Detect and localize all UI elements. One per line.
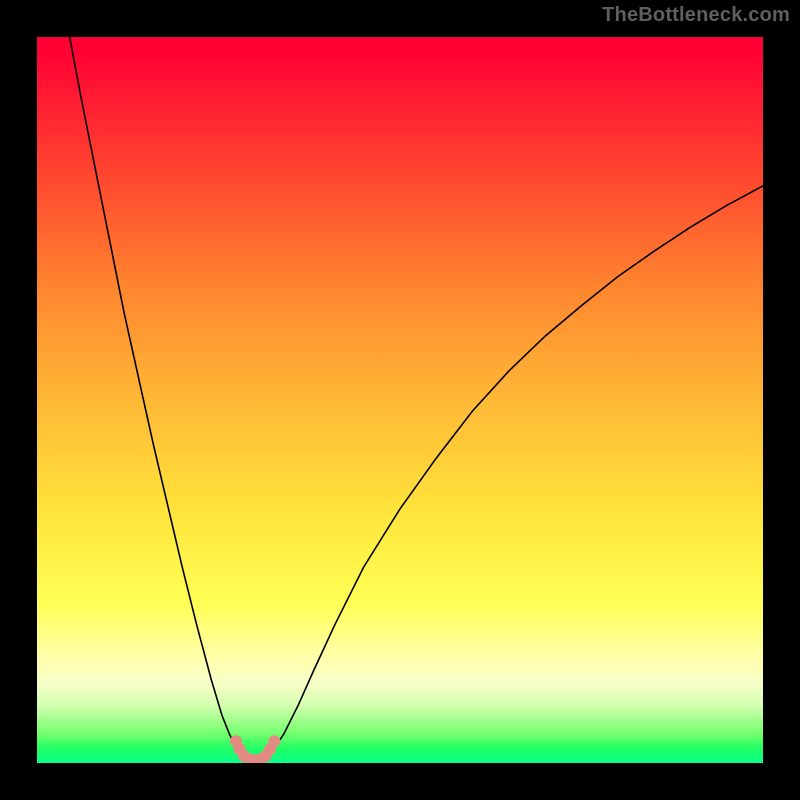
chart-frame: TheBottleneck.com (0, 0, 800, 800)
bottom-arc-markers (230, 735, 280, 763)
chart-svg (37, 37, 763, 763)
watermark-text: TheBottleneck.com (602, 4, 790, 27)
curve-left-branch (70, 37, 243, 756)
plot-area (37, 37, 763, 763)
curve-right-branch (267, 186, 763, 756)
bottom-arc-dot (268, 735, 280, 747)
bottleneck-curve (70, 37, 763, 756)
